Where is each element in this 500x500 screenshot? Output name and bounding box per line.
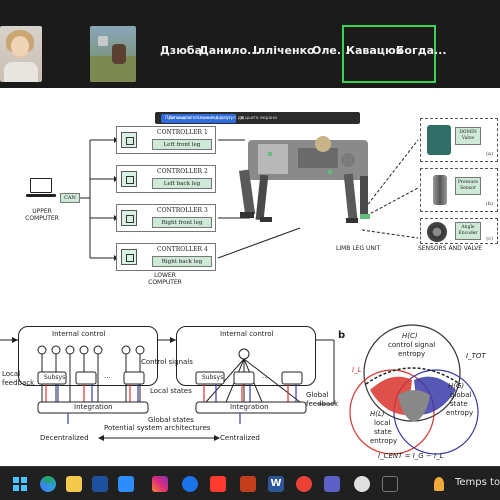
entropy-venn-diagram bbox=[349, 324, 479, 455]
word-icon-small[interactable] bbox=[92, 476, 108, 492]
app-icon-dark[interactable] bbox=[382, 476, 398, 492]
hg-sub2: state bbox=[450, 400, 468, 408]
itot-label: I_TOT bbox=[466, 352, 486, 360]
word-icon[interactable]: W bbox=[268, 476, 284, 492]
hg-sub3: entropy bbox=[446, 409, 474, 417]
hc-sub1: control signal bbox=[388, 341, 436, 349]
taskbar: W Temps to plu bbox=[0, 466, 500, 500]
zoom-icon[interactable] bbox=[118, 476, 134, 492]
icent-label: I_CENT = I_G − I_L bbox=[378, 452, 444, 460]
panel-letter-b: b bbox=[338, 330, 346, 341]
weather-text[interactable]: Temps to plu bbox=[455, 477, 500, 488]
hg-label: H(G) bbox=[448, 382, 465, 390]
file-explorer-icon[interactable] bbox=[66, 476, 82, 492]
hc-label: H(C) bbox=[402, 332, 418, 340]
chrome-icon[interactable] bbox=[182, 476, 198, 492]
powerpoint-icon[interactable] bbox=[240, 476, 256, 492]
hc-sub2: entropy bbox=[398, 350, 426, 358]
hl-sub3: entropy bbox=[370, 437, 398, 445]
il-label: I_L bbox=[352, 366, 362, 374]
app-icon-red[interactable] bbox=[210, 476, 226, 492]
hl-label: H(L) bbox=[370, 410, 385, 418]
hl-sub2: state bbox=[374, 428, 392, 436]
windows-start-icon[interactable] bbox=[12, 476, 28, 492]
chrome-profile-icon[interactable] bbox=[296, 476, 312, 492]
teams-icon[interactable] bbox=[324, 476, 340, 492]
edge-browser-icon[interactable] bbox=[40, 476, 56, 492]
weather-icon[interactable] bbox=[434, 477, 444, 491]
screen: Дзюба Данило... Ілліченко Оле... Кавацюк… bbox=[0, 0, 500, 500]
instagram-icon[interactable] bbox=[152, 476, 168, 492]
hl-sub1: local bbox=[374, 419, 391, 427]
app-icon-gray[interactable] bbox=[354, 476, 370, 492]
hg-sub1: global bbox=[450, 391, 472, 399]
